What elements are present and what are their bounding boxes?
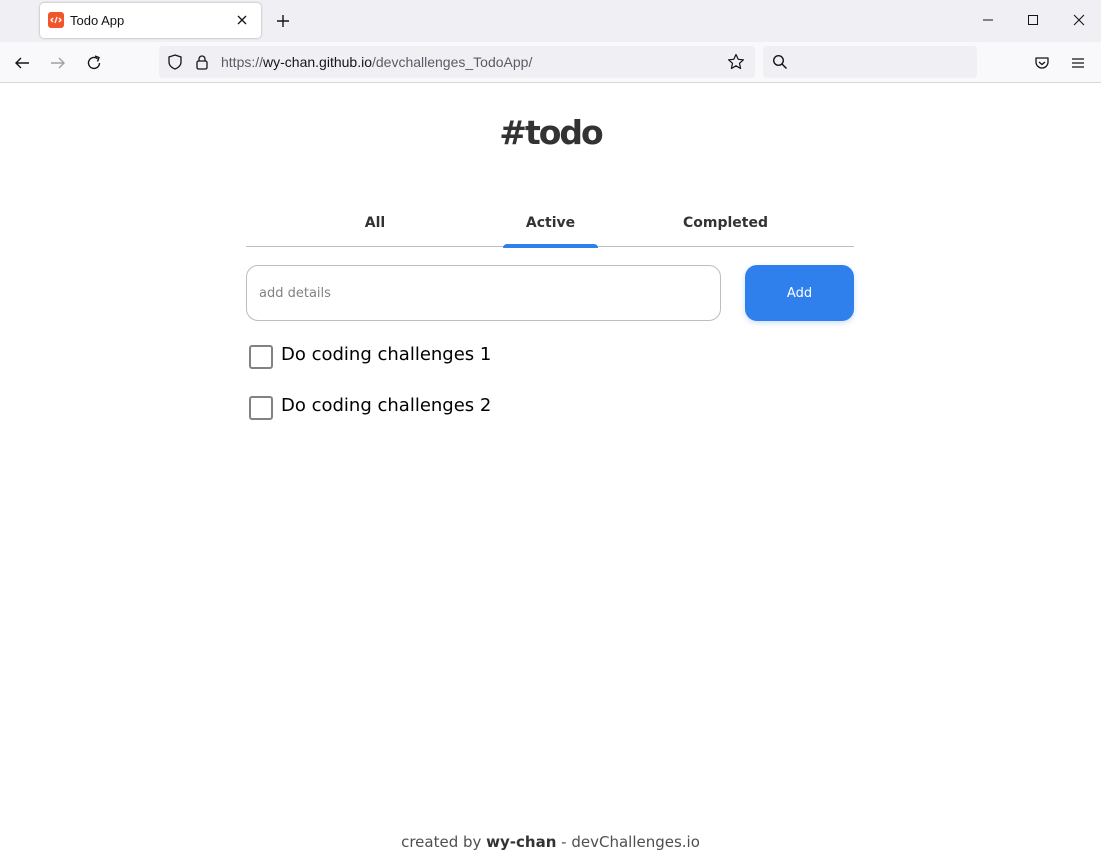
todo-item: Do coding challenges 2	[249, 392, 492, 420]
todo-item: Do coding challenges 1	[249, 341, 492, 369]
address-bar[interactable]: https://wy-chan.github.io/devchallenges_…	[159, 46, 755, 78]
tab-active[interactable]: Active	[503, 215, 598, 248]
maximize-window-icon[interactable]	[1016, 4, 1050, 36]
todo-checkbox[interactable]	[249, 345, 273, 369]
tab-all[interactable]: All	[328, 215, 422, 247]
active-tab-indicator	[503, 244, 598, 248]
add-button[interactable]: Add	[745, 265, 854, 321]
bookmark-star-icon[interactable]	[727, 53, 745, 71]
todo-checkbox[interactable]	[249, 396, 273, 420]
forward-arrow-icon[interactable]	[44, 49, 72, 77]
todo-label: Do coding challenges 2	[281, 394, 492, 416]
search-icon	[771, 53, 789, 71]
search-bar[interactable]	[763, 46, 977, 78]
url-path: /devchallenges_TodoApp/	[371, 54, 533, 70]
url-host: wy-chan.github.io	[263, 54, 372, 70]
browser-tab-bar: Todo App	[0, 0, 1101, 42]
browser-tab[interactable]: Todo App	[40, 3, 261, 38]
tab-active-label: Active	[525, 215, 576, 231]
hamburger-menu-icon[interactable]	[1064, 49, 1092, 77]
minimize-window-icon[interactable]	[971, 4, 1005, 36]
footer-suffix: - devChallenges.io	[556, 833, 700, 851]
back-arrow-icon[interactable]	[8, 49, 36, 77]
reload-icon[interactable]	[80, 49, 108, 77]
tab-completed[interactable]: Completed	[678, 215, 773, 247]
app-title: #todo	[499, 113, 603, 152]
tab-all-label: All	[364, 215, 386, 231]
footer-prefix: created by	[401, 833, 487, 851]
footer-author: wy-chan	[486, 833, 557, 851]
close-window-icon[interactable]	[1062, 4, 1096, 36]
close-tab-icon[interactable]	[231, 9, 253, 31]
devchallenges-favicon-icon	[48, 12, 64, 28]
filter-tabs: All Active Completed	[246, 205, 854, 248]
lock-icon[interactable]	[193, 53, 211, 71]
url-prefix: https://	[221, 54, 264, 70]
tab-completed-label: Completed	[682, 215, 768, 231]
shield-icon[interactable]	[166, 53, 184, 71]
footer-credit: created by wy-chan - devChallenges.io	[0, 833, 1101, 851]
add-details-input[interactable]	[246, 265, 721, 321]
browser-navigation-bar: https://wy-chan.github.io/devchallenges_…	[0, 42, 1101, 83]
tab-title: Todo App	[70, 13, 125, 28]
todo-label: Do coding challenges 1	[281, 343, 492, 365]
todo-app-page: #todo All Active Completed Add Do coding…	[0, 83, 1101, 853]
pocket-icon[interactable]	[1028, 49, 1056, 77]
new-tab-plus-icon[interactable]	[271, 9, 295, 33]
url-text: https://wy-chan.github.io/devchallenges_…	[221, 54, 532, 70]
